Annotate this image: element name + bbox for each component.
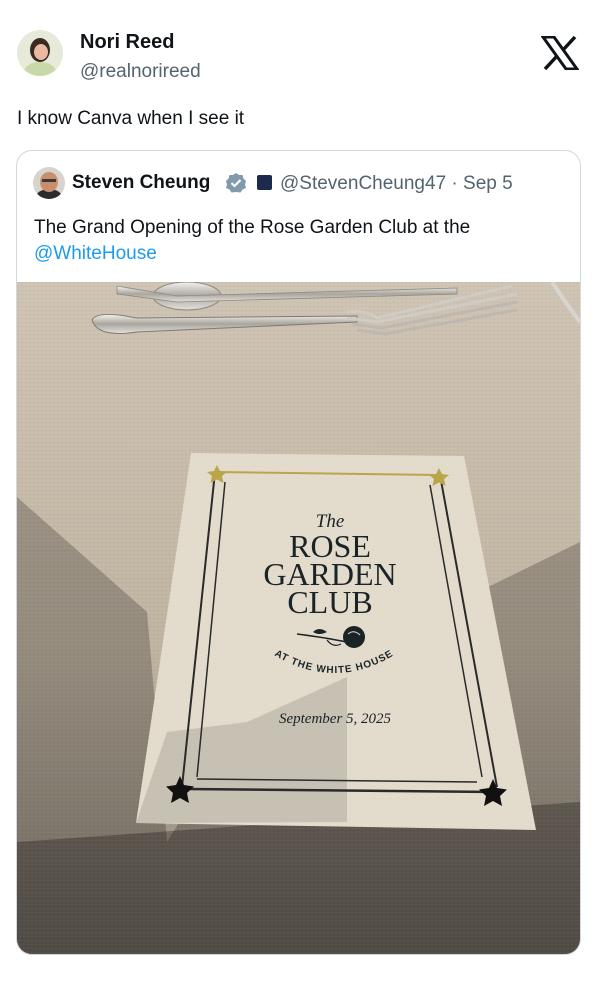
quoted-meta: @StevenCheung47 · Sep 5: [280, 173, 513, 195]
tweet-text: I know Canva when I see it: [17, 108, 245, 129]
quoted-author-name[interactable]: Steven Cheung: [72, 172, 210, 194]
verified-badge-icon: [225, 172, 247, 194]
affiliation-badge-icon[interactable]: [257, 175, 272, 190]
quoted-author-avatar[interactable]: [33, 167, 65, 199]
author-name[interactable]: Nori Reed: [80, 31, 174, 54]
meta-separator: ·: [451, 173, 458, 194]
quoted-handle[interactable]: @StevenCheung47: [280, 173, 446, 194]
quoted-photo[interactable]: The ROSE GARDEN CLUB AT THE WHITE HOUSE …: [17, 280, 580, 954]
quoted-date[interactable]: Sep 5: [463, 173, 513, 194]
mention-link[interactable]: @WhiteHouse: [34, 243, 157, 264]
card-date: September 5, 2025: [279, 711, 392, 727]
author-handle[interactable]: @realnorireed: [80, 61, 201, 83]
x-logo-icon[interactable]: [540, 35, 580, 71]
card-title-club: CLUB: [287, 584, 372, 620]
quoted-tweet-card[interactable]: Steven Cheung @StevenCheung47 · Sep 5 Th…: [16, 150, 581, 955]
author-avatar[interactable]: [17, 30, 63, 76]
quoted-text-body: The Grand Opening of the Rose Garden Clu…: [34, 217, 471, 238]
quoted-text: The Grand Opening of the Rose Garden Clu…: [34, 215, 564, 267]
